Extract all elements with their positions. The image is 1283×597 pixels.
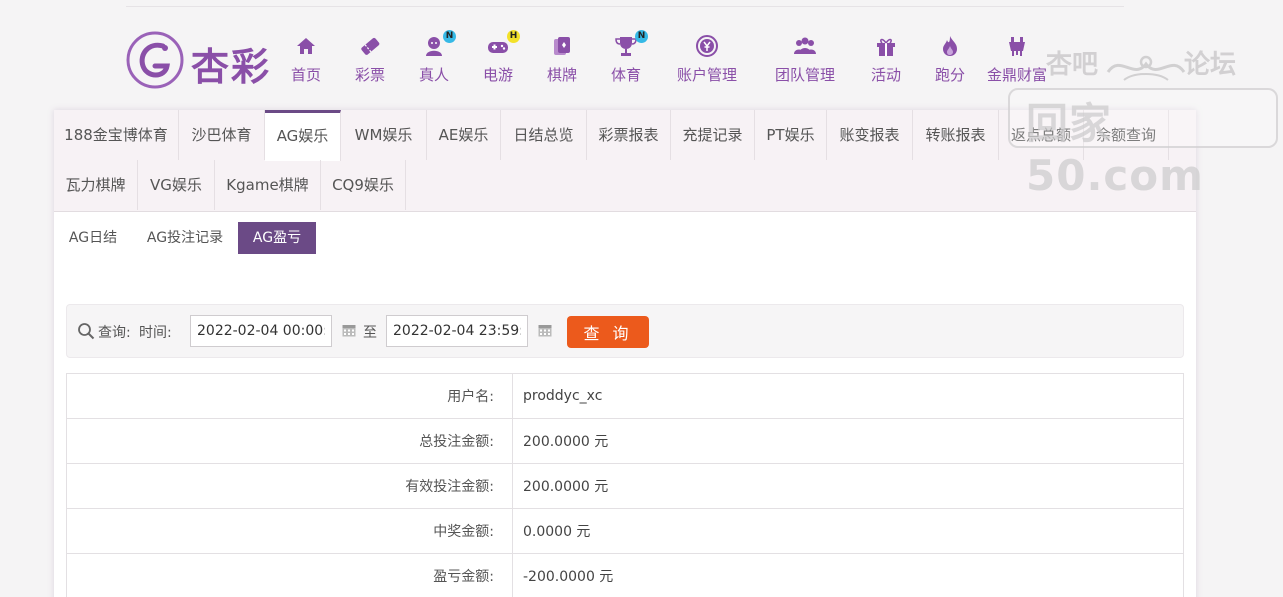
trophy-icon: N	[614, 30, 648, 58]
tab-vg-entertainment[interactable]: VG娱乐	[138, 160, 215, 210]
tab-daily-overview[interactable]: 日结总览	[501, 110, 587, 160]
table-row: 有效投注金额: 200.0000 元	[66, 463, 1184, 509]
nav-activity[interactable]: 活动	[866, 34, 906, 90]
nav-sports[interactable]: N 体育	[606, 30, 648, 90]
time-label: 时间:	[139, 325, 172, 341]
table-row: 中奖金额: 0.0000 元	[66, 508, 1184, 554]
nav-egames[interactable]: H 电游	[478, 30, 520, 90]
row-value: 0.0000 元	[512, 508, 1184, 554]
nav-label: 账户管理	[676, 66, 737, 84]
profit-loss-table: 用户名: proddyc_xc 总投注金额: 200.0000 元 有效投注金额: 2…	[66, 373, 1184, 597]
tab-cq9-entertainment[interactable]: CQ9娱乐	[321, 160, 406, 210]
start-time-input[interactable]	[190, 315, 332, 347]
subtab-ag-daily[interactable]: AG日结	[60, 222, 126, 254]
new-badge: N	[443, 30, 456, 43]
table-row: 用户名: proddyc_xc	[66, 373, 1184, 419]
hot-badge: H	[507, 30, 520, 43]
table-row: 总投注金额: 200.0000 元	[66, 418, 1184, 464]
nav-paofen[interactable]: 跑分	[930, 34, 970, 90]
nav-label: 彩票	[354, 66, 385, 84]
to-label: 至	[363, 325, 377, 341]
new-badge: N	[635, 30, 648, 43]
query-label: 查询:	[98, 325, 131, 341]
team-icon	[793, 34, 817, 58]
search-icon	[78, 323, 95, 340]
nav-label: 体育	[610, 66, 641, 84]
row-key: 总投注金额:	[66, 418, 513, 464]
nav-label: 棋牌	[546, 66, 577, 84]
report-tabs: 188金宝博体育 沙巴体育 AG娱乐 WM娱乐 AE娱乐 日结总览 彩票报表 充…	[54, 110, 1196, 212]
tab-ae-entertainment[interactable]: AE娱乐	[427, 110, 501, 160]
tab-lottery-report[interactable]: 彩票报表	[587, 110, 671, 160]
end-time-input[interactable]	[386, 315, 528, 347]
lottery-ticket-icon	[358, 34, 382, 58]
tab-deposit-withdraw[interactable]: 充提记录	[671, 110, 755, 160]
row-value: proddyc_xc	[512, 373, 1184, 419]
tab-pt-entertainment[interactable]: PT娱乐	[755, 110, 827, 160]
home-icon	[294, 34, 318, 58]
nav-label: 跑分	[934, 66, 965, 84]
calendar-icon[interactable]	[538, 323, 552, 337]
tab-188jbb-sports[interactable]: 188金宝博体育	[54, 110, 179, 160]
tab-balance-query[interactable]: 余额查询	[1084, 110, 1169, 160]
gift-icon	[874, 34, 898, 58]
ding-cauldron-icon	[1005, 34, 1029, 58]
tab-wm-entertainment[interactable]: WM娱乐	[341, 110, 427, 160]
report-panel: 188金宝博体育 沙巴体育 AG娱乐 WM娱乐 AE娱乐 日结总览 彩票报表 充…	[54, 110, 1196, 597]
nav-label: 首页	[290, 66, 321, 84]
tab-rebate-total[interactable]: 返点总额	[999, 110, 1084, 160]
row-key: 盈亏金额:	[66, 553, 513, 597]
tab-ag-entertainment[interactable]: AG娱乐	[265, 110, 341, 161]
tab-transfer-report[interactable]: 转账报表	[913, 110, 999, 160]
flame-icon	[938, 34, 962, 58]
brand-name: 杏彩	[191, 44, 272, 89]
row-key: 用户名:	[66, 373, 513, 419]
ornament-icon	[1106, 55, 1186, 81]
tab-kgame-chess[interactable]: Kgame棋牌	[215, 160, 321, 210]
watermark-text: 论坛	[1184, 50, 1237, 80]
nav-label: 金鼎财富	[986, 66, 1047, 84]
nav-label: 活动	[870, 66, 901, 84]
row-value: -200.0000 元	[512, 553, 1184, 597]
nav-account[interactable]: 账户管理	[672, 34, 742, 90]
row-value: 200.0000 元	[512, 463, 1184, 509]
brand-logo[interactable]: 杏彩	[125, 30, 275, 90]
row-value: 200.0000 元	[512, 418, 1184, 464]
brand-emblem-icon	[126, 31, 184, 89]
live-dealer-icon: N	[422, 30, 456, 58]
gamepad-icon: H	[486, 30, 520, 58]
tab-wali-chess[interactable]: 瓦力棋牌	[54, 160, 138, 210]
nav-team[interactable]: 团队管理	[770, 34, 840, 90]
nav-lottery[interactable]: 彩票	[350, 34, 390, 90]
nav-jinding[interactable]: 金鼎财富	[982, 34, 1052, 90]
nav-label: 电游	[482, 66, 513, 84]
query-button[interactable]: 查 询	[567, 316, 649, 348]
tab-account-change-report[interactable]: 账变报表	[827, 110, 913, 160]
nav-live[interactable]: N 真人	[414, 30, 456, 90]
query-bar: 查询: 时间: 至 查 询	[66, 304, 1184, 358]
yen-coin-icon	[695, 34, 719, 58]
nav-chess-cards[interactable]: 棋牌	[542, 34, 582, 90]
tab-shaba-sports[interactable]: 沙巴体育	[179, 110, 265, 160]
row-key: 有效投注金额:	[66, 463, 513, 509]
table-row: 盈亏金额: -200.0000 元	[66, 553, 1184, 597]
cards-icon	[550, 34, 574, 58]
nav-label: 团队管理	[774, 66, 835, 84]
calendar-icon[interactable]	[342, 323, 356, 337]
nav-home[interactable]: 首页	[286, 34, 326, 90]
nav-label: 真人	[418, 66, 449, 84]
watermark-text: 杏吧	[1046, 50, 1099, 80]
subtab-ag-profit-loss[interactable]: AG盈亏	[238, 222, 316, 254]
row-key: 中奖金额:	[66, 508, 513, 554]
subtab-ag-bet-records[interactable]: AG投注记录	[136, 222, 234, 254]
top-divider	[126, 6, 1124, 7]
